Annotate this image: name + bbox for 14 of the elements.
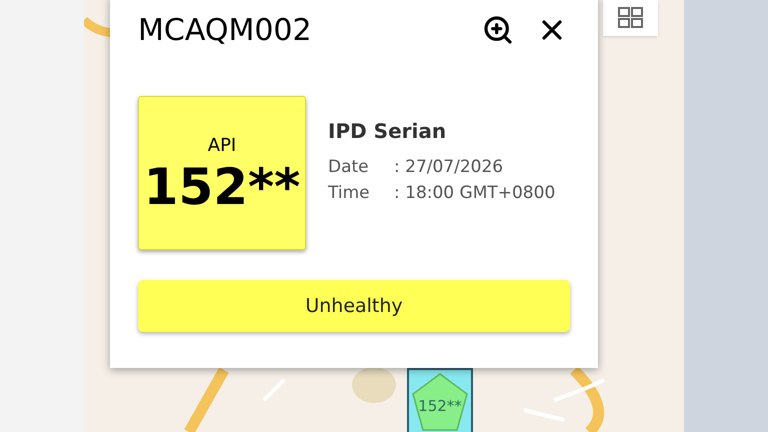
station-name: IPD Serian: [328, 118, 448, 145]
detail-value: : 18:00 GMT+0800: [394, 182, 556, 205]
detail-value: : 27/07/2026: [394, 156, 504, 179]
detail-label: Date: [328, 156, 370, 179]
popup-title: MCAQM002: [138, 12, 313, 50]
api-label: API: [208, 134, 236, 158]
layers-icon: [618, 7, 644, 29]
map-marker[interactable]: 152**: [407, 368, 473, 432]
status-label: Unhealthy: [305, 294, 403, 319]
api-value: 152**: [144, 158, 300, 214]
layer-switcher[interactable]: [603, 0, 658, 36]
detail-label: Time: [328, 182, 371, 205]
zoom-in-icon: [482, 14, 514, 46]
marker-value: 152**: [418, 396, 462, 417]
